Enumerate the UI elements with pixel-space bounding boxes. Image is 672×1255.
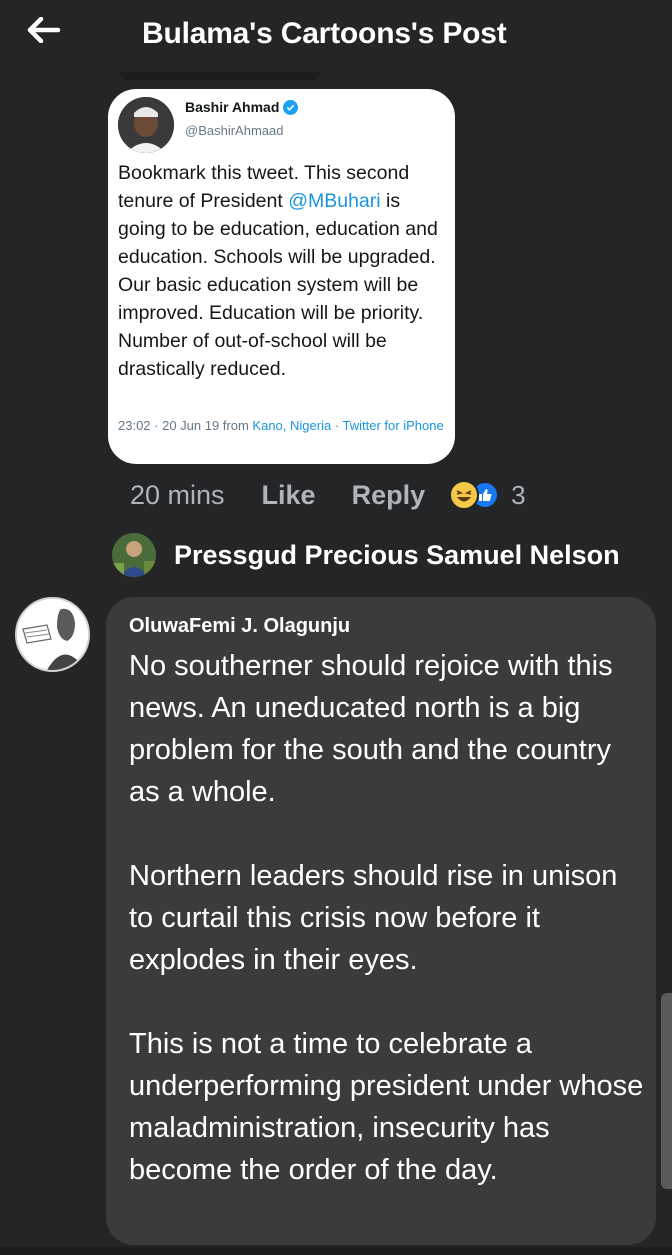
comment-action-row: 20 mins Like Reply 3 bbox=[130, 476, 526, 514]
tweet-body: Bookmark this tweet. This second tenure … bbox=[118, 159, 452, 383]
reply-author-avatar[interactable] bbox=[112, 533, 156, 577]
comment-author-name[interactable]: OluwaFemi J. Olagunju bbox=[129, 615, 350, 638]
tweet-metadata: 23:02 · 20 Jun 19 from Kano, Nigeria · T… bbox=[118, 417, 452, 434]
tweet-timestamp: 23:02 · 20 Jun 19 from bbox=[118, 418, 253, 433]
top-app-bar: Bulama's Cartoons's Post bbox=[0, 0, 672, 72]
tweet-author-name-text: Bashir Ahmad bbox=[185, 99, 280, 115]
back-button[interactable] bbox=[22, 12, 66, 48]
comment-text: No southerner should rejoice with this n… bbox=[129, 645, 644, 1191]
reply-author-name[interactable]: Pressgud Precious Samuel Nelson bbox=[174, 540, 620, 571]
comment-paragraph: This is not a time to celebrate a underp… bbox=[129, 1028, 644, 1186]
verified-badge-icon bbox=[283, 99, 299, 115]
commenter-avatar[interactable] bbox=[15, 597, 90, 672]
tweet-author-handle: @BashirAhmaad bbox=[185, 123, 284, 138]
reply-thread-header[interactable]: Pressgud Precious Samuel Nelson bbox=[112, 532, 620, 578]
tweet-location: Kano, Nigeria bbox=[252, 418, 332, 433]
bottom-edge bbox=[0, 1247, 672, 1255]
tweet-author-avatar bbox=[118, 97, 174, 153]
reaction-count[interactable]: 3 bbox=[511, 480, 525, 511]
reactions-summary[interactable] bbox=[449, 480, 500, 510]
comment-time: 20 mins bbox=[130, 479, 225, 510]
tweet-meta-separator: · bbox=[331, 418, 343, 433]
tweet-screenshot-image[interactable]: Bashir Ahmad @BashirAhmaad Bookmark this… bbox=[108, 89, 455, 464]
tweet-text-part: is going to be education, education and … bbox=[118, 190, 438, 380]
comment-bubble[interactable]: OluwaFemi J. Olagunju No southerner shou… bbox=[106, 597, 656, 1245]
like-button[interactable]: Like bbox=[262, 480, 316, 511]
haha-reaction-icon bbox=[449, 480, 480, 510]
tweet-source: Twitter for iPhone bbox=[342, 418, 444, 433]
tweet-mention-link: @MBuhari bbox=[288, 190, 381, 212]
comment-paragraph: No southerner should rejoice with this n… bbox=[129, 650, 613, 808]
reply-button[interactable]: Reply bbox=[352, 480, 426, 511]
scrollbar-thumb[interactable] bbox=[661, 993, 672, 1189]
arrow-left-icon bbox=[27, 17, 61, 43]
comment-paragraph: Northern leaders should rise in unison t… bbox=[129, 860, 618, 976]
page-title: Bulama's Cartoons's Post bbox=[142, 17, 507, 50]
previous-content-edge bbox=[120, 72, 320, 80]
tweet-author-name: Bashir Ahmad bbox=[185, 99, 299, 115]
